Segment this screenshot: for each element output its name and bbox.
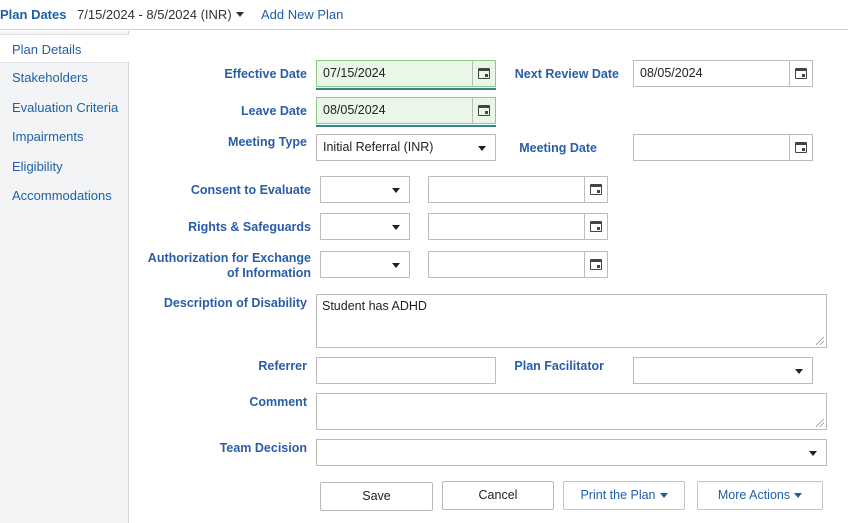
chevron-down-icon [478, 146, 486, 151]
meeting-date-field[interactable] [633, 134, 813, 161]
resize-handle-icon[interactable] [816, 337, 824, 345]
chevron-down-icon [809, 451, 817, 456]
consent-date-field[interactable] [428, 176, 608, 203]
sidebar-item-plan-details[interactable]: Plan Details [0, 34, 130, 63]
comment-label: Comment [249, 395, 307, 409]
next-review-date-field[interactable]: 08/05/2024 [633, 60, 813, 87]
description-textarea[interactable]: Student has ADHD [316, 294, 827, 348]
authorization-label: Authorization for Exchange of Informatio… [147, 251, 311, 280]
sidebar-item-accommodations[interactable]: Accommodations [0, 181, 129, 210]
calendar-icon[interactable] [790, 61, 812, 86]
rights-safeguards-date-field[interactable] [428, 213, 608, 240]
sidebar-item-eligibility[interactable]: Eligibility [0, 152, 129, 181]
focus-underline [316, 88, 496, 90]
leave-date-field[interactable]: 08/05/2024 [316, 97, 496, 124]
calendar-icon[interactable] [585, 214, 607, 239]
sidebar-item-impairments[interactable]: Impairments [0, 122, 129, 151]
consent-to-evaluate-label: Consent to Evaluate [190, 183, 311, 197]
calendar-icon[interactable] [790, 135, 812, 160]
team-decision-select[interactable] [316, 439, 827, 466]
calendar-icon[interactable] [473, 61, 495, 86]
calendar-icon[interactable] [585, 252, 607, 277]
add-new-plan-link[interactable]: Add New Plan [261, 7, 343, 22]
caret-down-icon [659, 493, 668, 499]
chevron-down-icon [795, 369, 803, 374]
description-value: Student has ADHD [322, 299, 427, 313]
next-review-date-label: Next Review Date [514, 67, 619, 81]
team-decision-label: Team Decision [219, 441, 307, 455]
referrer-input[interactable] [316, 357, 496, 384]
meeting-type-value: Initial Referral (INR) [323, 140, 434, 154]
print-plan-button[interactable]: Print the Plan [563, 481, 685, 510]
effective-date-value: 07/15/2024 [323, 66, 386, 80]
sidebar-nav: Plan Details Stakeholders Evaluation Cri… [0, 31, 130, 523]
save-button[interactable]: Save [320, 482, 433, 511]
effective-date-field[interactable]: 07/15/2024 [316, 60, 496, 87]
meeting-type-label: Meeting Type [228, 135, 307, 149]
plan-dates-label: Plan Dates [0, 7, 67, 22]
leave-date-value: 08/05/2024 [323, 103, 386, 117]
focus-underline [316, 125, 496, 127]
meeting-date-label: Meeting Date [519, 141, 597, 155]
chevron-down-icon [392, 225, 400, 230]
description-label: Description of Disability [163, 296, 307, 310]
leave-date-label: Leave Date [240, 104, 307, 118]
consent-to-evaluate-select[interactable] [320, 176, 410, 203]
caret-down-icon [794, 493, 803, 499]
calendar-icon[interactable] [585, 177, 607, 202]
plan-facilitator-select[interactable] [633, 357, 813, 384]
calendar-icon[interactable] [473, 98, 495, 123]
more-actions-button[interactable]: More Actions [697, 481, 823, 510]
chevron-down-icon[interactable] [236, 12, 244, 17]
referrer-label: Referrer [258, 359, 307, 373]
plan-dates-bar: Plan Dates 7/15/2024 - 8/5/2024 (INR) Ad… [0, 0, 848, 30]
meeting-type-select[interactable]: Initial Referral (INR) [316, 134, 496, 161]
rights-safeguards-select[interactable] [320, 213, 410, 240]
resize-handle-icon[interactable] [816, 419, 824, 427]
comment-textarea[interactable] [316, 393, 827, 430]
plan-facilitator-label: Plan Facilitator [514, 359, 604, 373]
cancel-button[interactable]: Cancel [442, 481, 554, 510]
rights-safeguards-label: Rights & Safeguards [188, 220, 311, 234]
authorization-select[interactable] [320, 251, 410, 278]
chevron-down-icon [392, 188, 400, 193]
next-review-date-value: 08/05/2024 [640, 66, 703, 80]
sidebar-item-stakeholders[interactable]: Stakeholders [0, 63, 129, 92]
chevron-down-icon [392, 263, 400, 268]
plan-dates-dropdown[interactable]: 7/15/2024 - 8/5/2024 (INR) [77, 7, 232, 22]
sidebar-item-evaluation-criteria[interactable]: Evaluation Criteria [0, 93, 129, 122]
effective-date-label: Effective Date [224, 67, 307, 81]
authorization-date-field[interactable] [428, 251, 608, 278]
